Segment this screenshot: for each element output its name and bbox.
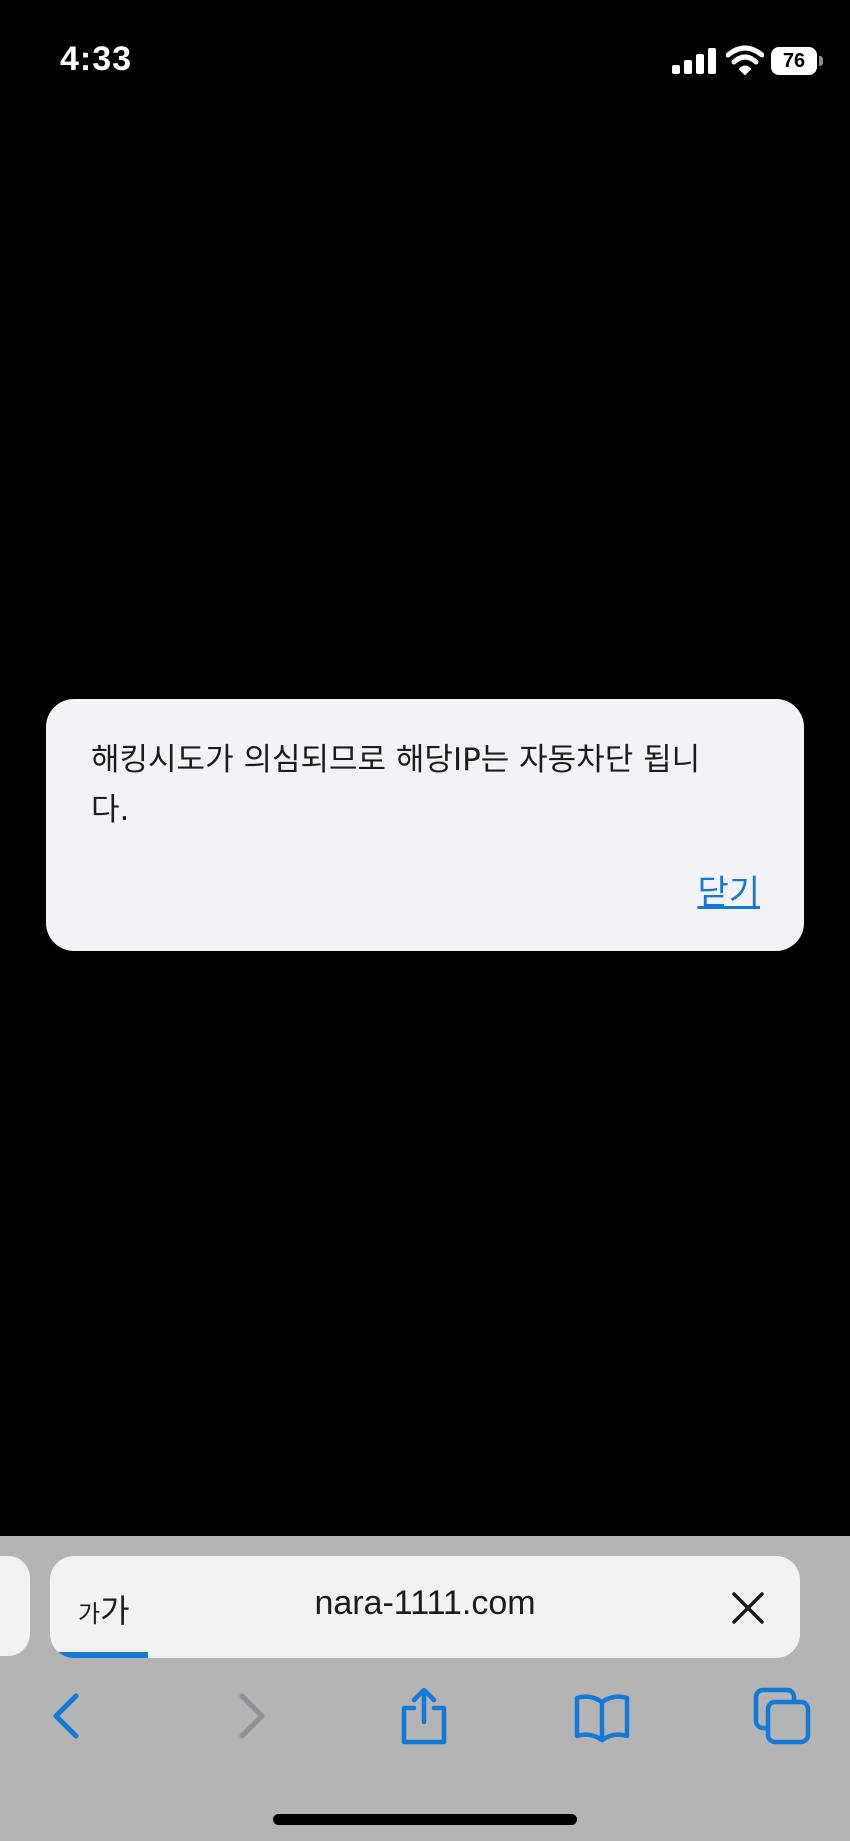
close-icon[interactable] <box>730 1590 766 1626</box>
tabs-icon[interactable] <box>752 1686 812 1746</box>
battery-tip <box>819 56 823 66</box>
battery-icon: 76 <box>771 47 817 75</box>
share-icon[interactable] <box>394 1686 454 1746</box>
url-text[interactable]: nara-1111.com <box>50 1584 800 1623</box>
back-icon[interactable] <box>40 1686 100 1746</box>
status-bar: 4:33 76 <box>0 0 850 120</box>
wifi-icon <box>726 45 764 75</box>
alert-dialog: 해킹시도가 의심되므로 해당IP는 자동차단 됩니다. 닫기 <box>46 699 804 951</box>
forward-icon[interactable] <box>220 1686 280 1746</box>
cellular-signal-icon <box>672 48 716 74</box>
address-bar[interactable]: 가가 nara-1111.com <box>50 1556 800 1658</box>
browser-bottom-bar: 가가 nara-1111.com <box>0 1536 850 1841</box>
home-indicator <box>273 1814 577 1825</box>
previous-tab-preview[interactable] <box>0 1556 30 1656</box>
page-load-progress <box>50 1652 148 1658</box>
close-button[interactable]: 닫기 <box>697 865 760 914</box>
bookmarks-icon[interactable] <box>572 1686 632 1746</box>
status-time: 4:33 <box>60 40 133 78</box>
alert-message: 해킹시도가 의심되므로 해당IP는 자동차단 됩니다. <box>91 742 701 828</box>
